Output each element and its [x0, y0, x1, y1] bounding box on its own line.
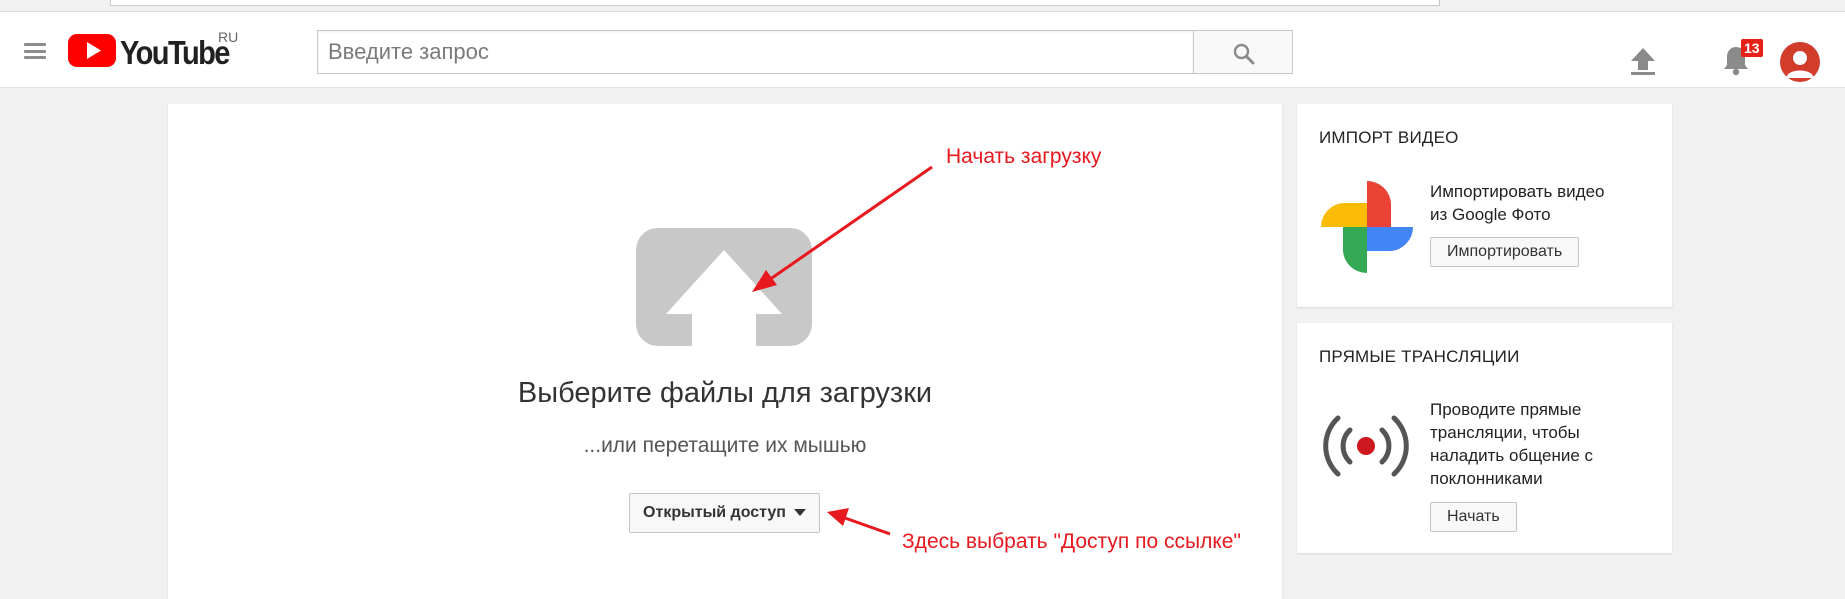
import-card-title: ИМПОРТ ВИДЕО — [1319, 128, 1459, 147]
live-stream-card: ПРЯМЫЕ ТРАНСЛЯЦИИ Проводите прямые транс… — [1297, 323, 1672, 553]
import-video-card: ИМПОРТ ВИДЕО Импортировать видео из Goog… — [1297, 104, 1672, 307]
live-card-title: ПРЯМЫЕ ТРАНСЛЯЦИИ — [1319, 347, 1520, 366]
live-broadcast-icon — [1323, 415, 1409, 477]
start-live-button[interactable]: Начать — [1430, 502, 1517, 532]
live-card-text: Проводите прямые трансляции, чтобы налад… — [1430, 400, 1594, 488]
arrow-to-privacy-dropdown — [827, 508, 891, 536]
annotation-start-upload: Начать загрузку — [946, 145, 1102, 168]
arrow-to-upload-icon — [752, 165, 933, 292]
import-button[interactable]: Импортировать — [1430, 237, 1580, 267]
annotation-choose-link-access: Здесь выбрать "Доступ по ссылке" — [902, 530, 1241, 553]
google-photos-icon — [1320, 180, 1414, 274]
import-card-text: Импортировать видео из Google Фото — [1430, 182, 1605, 224]
